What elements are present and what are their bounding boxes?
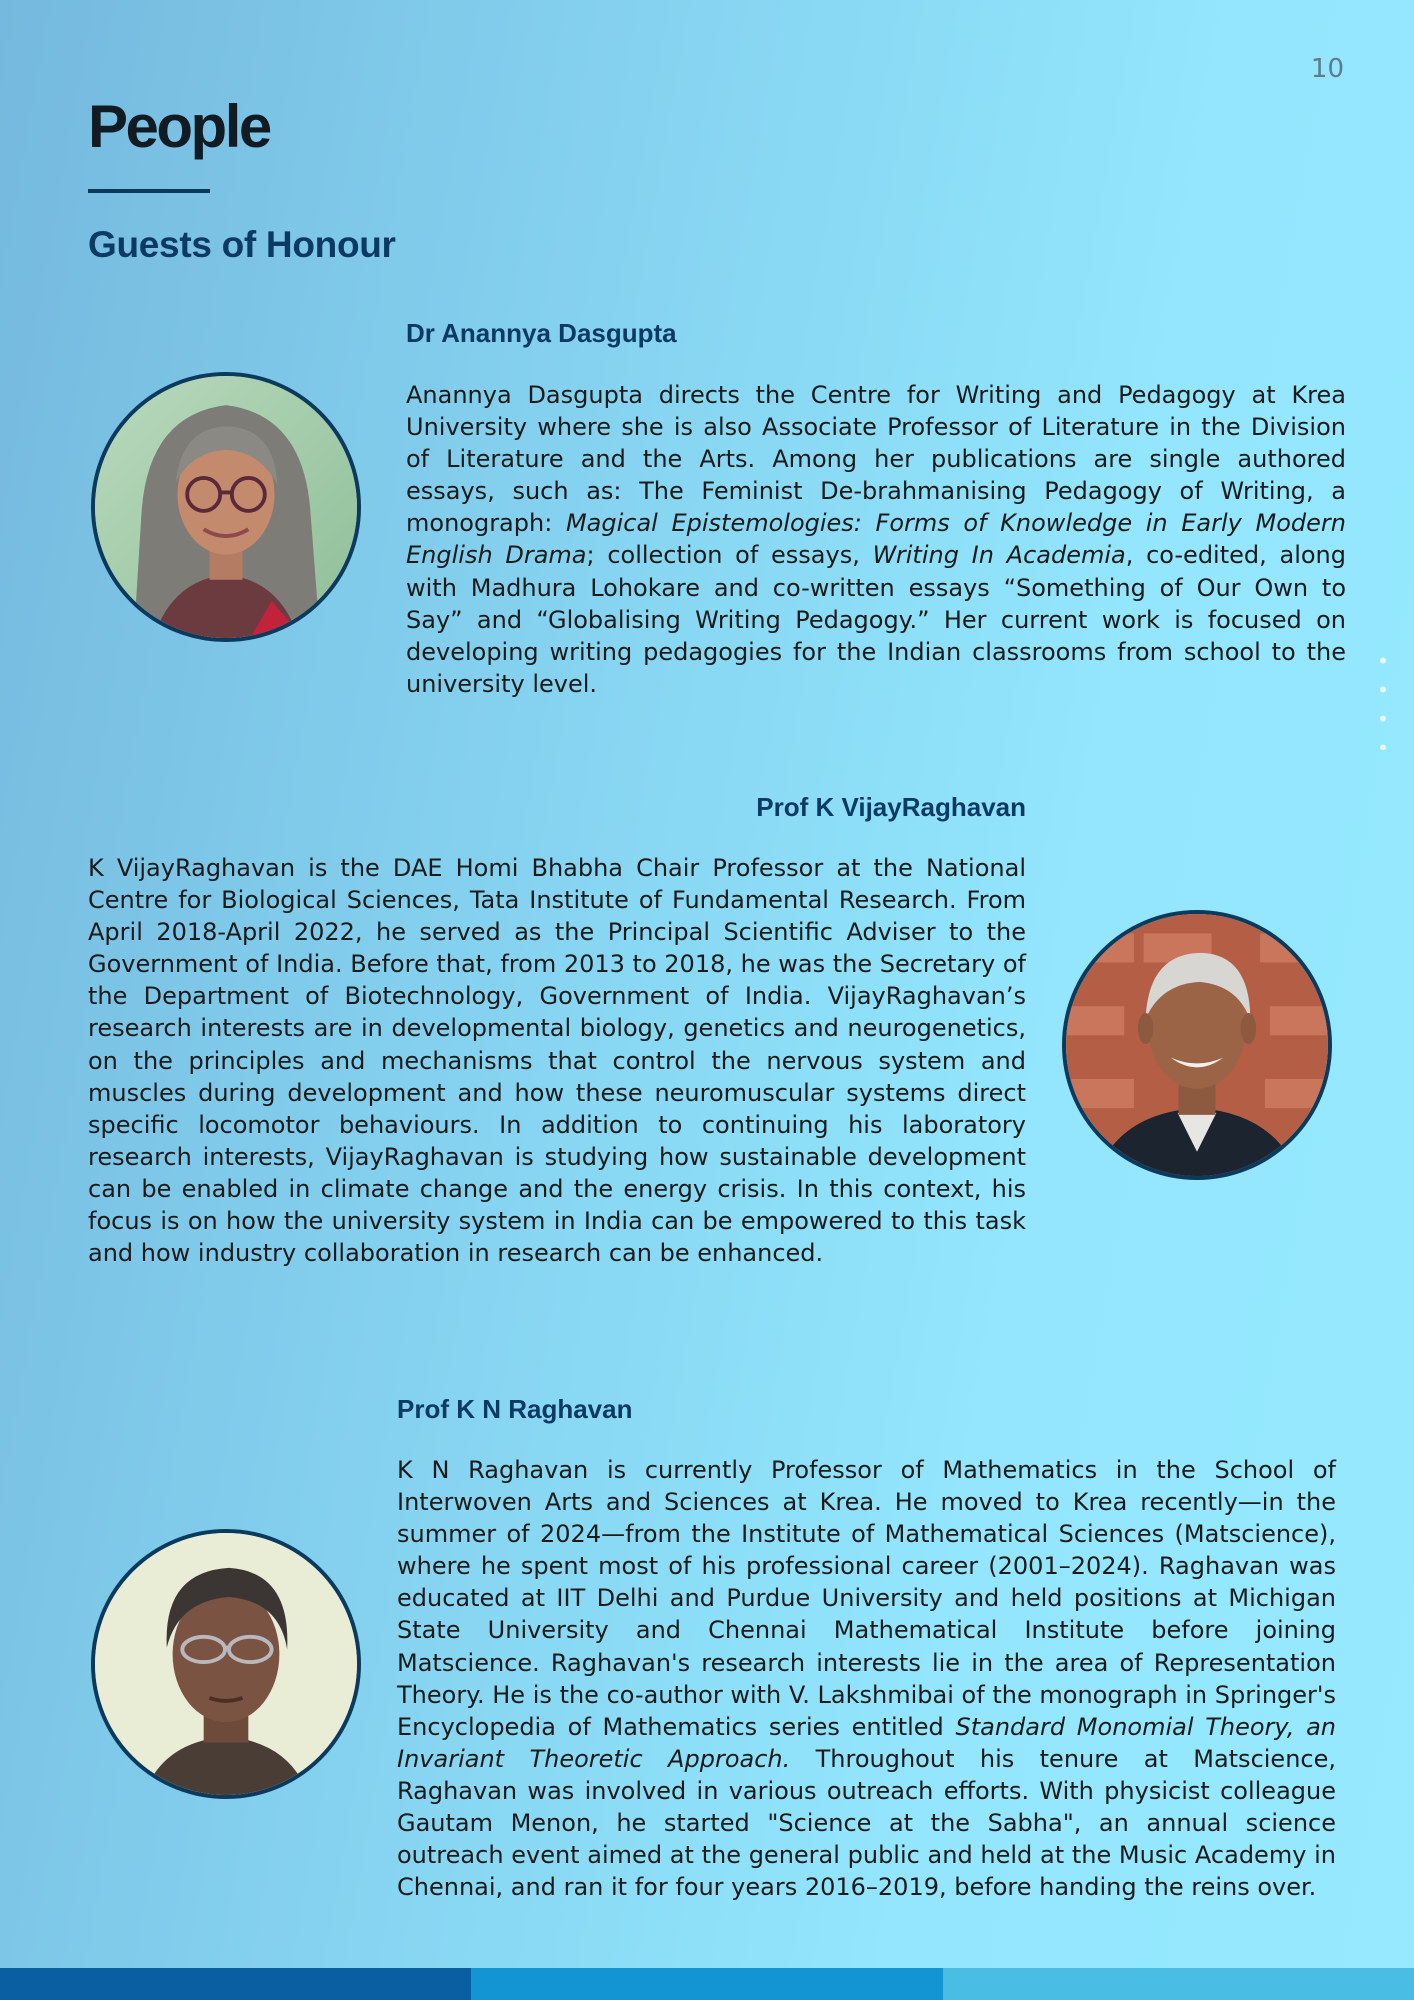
person-name: Dr Anannya Dasgupta <box>406 318 677 348</box>
person-bio: K VijayRaghavan is the DAE Homi Bhabha C… <box>88 852 1026 1269</box>
footer-bar-mid <box>471 1968 943 2000</box>
person-name: Prof K VijayRaghavan <box>756 792 1026 822</box>
portrait-k-vijayraghavan <box>1062 910 1332 1180</box>
portrait-k-n-raghavan <box>91 1529 361 1799</box>
person-name: Prof K N Raghavan <box>397 1394 633 1424</box>
section-heading: Guests of Honour <box>88 224 396 265</box>
bio-text: K N Raghavan is currently Professor of M… <box>397 1456 1344 1741</box>
person-bio: K N Raghavan is currently Professor of M… <box>397 1454 1336 1903</box>
portrait-photo <box>95 376 357 638</box>
bio-text: ; collection of essays, <box>586 541 873 570</box>
title-underline <box>88 189 210 193</box>
page-title: People <box>88 93 272 160</box>
person-bio: Anannya Dasgupta directs the Centre for … <box>406 379 1346 700</box>
page-number: 10 <box>1310 54 1344 84</box>
bio-book-title: Writing In Academia <box>872 541 1126 570</box>
footer-color-bars <box>0 1968 1414 2000</box>
portrait-photo <box>1066 914 1328 1176</box>
portrait-photo <box>95 1533 357 1795</box>
bio-text: K VijayRaghavan is the DAE Homi Bhabha C… <box>88 854 1034 1268</box>
portrait-anannya-dasgupta <box>91 372 361 642</box>
decorative-dot-grid <box>1368 646 1404 750</box>
footer-bar-light <box>942 1968 1414 2000</box>
footer-bar-dark <box>0 1968 472 2000</box>
